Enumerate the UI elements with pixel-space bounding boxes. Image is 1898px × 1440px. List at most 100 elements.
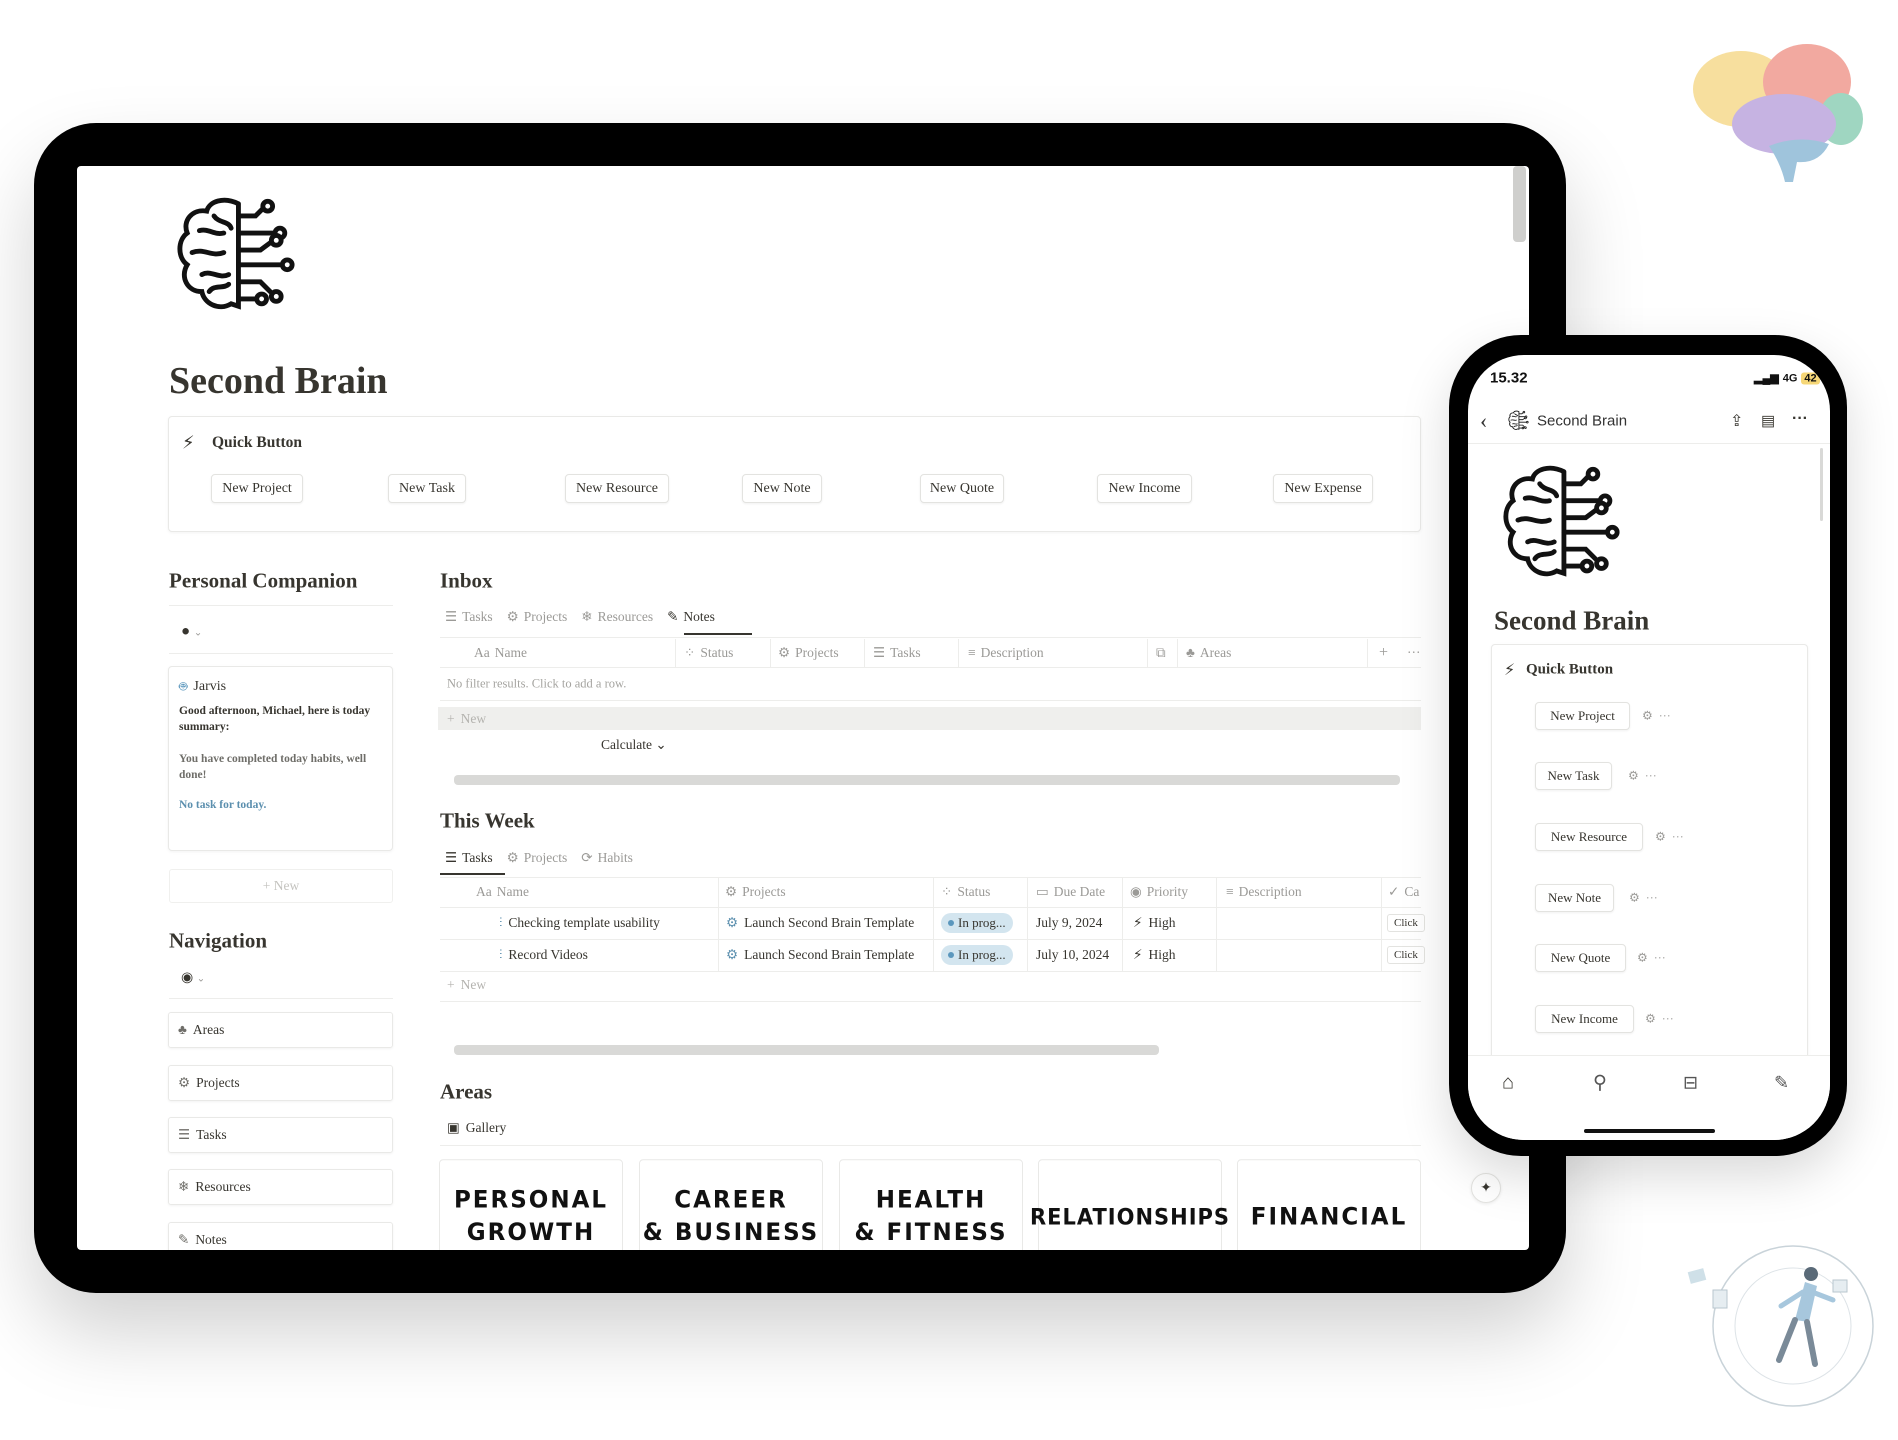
comment-icon[interactable]: ▤ [1761, 412, 1775, 431]
new-resource-button[interactable]: New Resource [565, 474, 669, 503]
gear-icon[interactable]: ⚙ ··· [1628, 769, 1657, 784]
phone-new-note-button[interactable]: New Note [1535, 884, 1614, 912]
priority-icon: ◉ [1130, 884, 1142, 899]
phone-new-task-button[interactable]: New Task [1535, 762, 1612, 790]
inbox-col-tasks[interactable]: ☰ Tasks [873, 645, 921, 661]
formula-icon[interactable]: ⧉ [1156, 645, 1166, 661]
more-icon[interactable]: ··· [1407, 645, 1421, 661]
new-income-button[interactable]: New Income [1097, 474, 1192, 503]
inbox-tabs: ☰ Tasks ⚙ Projects ❄ Resources ✎ Notes [445, 609, 715, 625]
week-col-status[interactable]: ⁘ Status [941, 884, 990, 900]
share-icon[interactable]: ⇪ [1730, 411, 1743, 431]
gear-icon[interactable]: ⚙ ··· [1637, 951, 1666, 966]
areas-icon: ♣ [1186, 645, 1195, 660]
colorful-brain-logo [1693, 44, 1863, 182]
back-icon[interactable]: ‹ [1480, 408, 1487, 434]
inbox-scrollbar[interactable] [454, 775, 1400, 785]
phone-new-income-button[interactable]: New Income [1535, 1005, 1634, 1033]
task-priority: ⚡︎ High [1133, 915, 1176, 930]
inbox-col-areas[interactable]: ♣ Areas [1186, 645, 1231, 661]
robot-icon: ● [181, 623, 191, 640]
companion-new-button[interactable]: + New [169, 869, 393, 903]
area-card-relationships[interactable]: RELATIONSHIPS [1030, 1159, 1229, 1250]
click-button[interactable]: Click [1387, 914, 1425, 932]
new-expense-button[interactable]: New Expense [1273, 474, 1373, 503]
status-icon: ⁘ [941, 884, 953, 899]
inbox-tab-projects[interactable]: ⚙ Projects [507, 609, 568, 625]
gear-icon[interactable]: ⚙ ··· [1629, 891, 1658, 906]
area-card-health-fitness[interactable]: HEALTH & FITNESS [839, 1159, 1023, 1250]
inbox-icon[interactable]: ⊟ [1683, 1073, 1698, 1094]
new-task-button[interactable]: New Task [388, 474, 466, 503]
area-card-financial[interactable]: FINANCIAL [1237, 1159, 1421, 1250]
inbox-new-row[interactable] [438, 707, 1421, 730]
week-col-check[interactable]: ✓ Ca [1388, 884, 1419, 900]
robot-selector[interactable]: ● ⌄ [181, 624, 202, 641]
phone-new-resource-button[interactable]: New Resource [1535, 823, 1643, 851]
week-col-priority[interactable]: ◉ Priority [1130, 884, 1188, 900]
inbox-col-status[interactable]: ⁘ Status [684, 645, 733, 661]
gear-icon[interactable]: ⚙ ··· [1645, 1012, 1674, 1027]
calculate-button[interactable]: Calculate ⌄ [601, 737, 667, 753]
divider [169, 998, 393, 999]
week-tab-projects[interactable]: ⚙ Projects [507, 850, 568, 866]
week-col-name[interactable]: Aa Name [476, 884, 529, 900]
task-status[interactable]: In prog... [941, 945, 1013, 965]
click-button[interactable]: Click [1387, 946, 1425, 964]
divider [440, 667, 1421, 668]
nav-item-tasks[interactable]: ☰ Tasks [168, 1117, 393, 1153]
compass-icon: ◉ [181, 970, 194, 986]
new-project-button[interactable]: New Project [211, 474, 303, 503]
phone-scrollbar[interactable] [1820, 448, 1823, 521]
new-note-button[interactable]: New Note [742, 474, 822, 503]
week-tab-habits[interactable]: ⟳ Habits [581, 850, 633, 866]
this-week-heading: This Week [440, 808, 535, 833]
navigation-heading: Navigation [169, 928, 268, 953]
inbox-col-projects[interactable]: ⚙ Projects [778, 645, 839, 661]
active-tab-underline [684, 633, 752, 635]
compose-icon[interactable]: ✎ [1774, 1073, 1789, 1094]
nav-item-projects[interactable]: ⚙ Projects [168, 1065, 393, 1101]
inbox-col-name[interactable]: Aa Name [474, 645, 527, 661]
task-status[interactable]: In prog... [941, 913, 1013, 933]
task-name[interactable]: ⫶ Record Videos [499, 947, 588, 963]
search-icon[interactable]: ⚲ [1593, 1072, 1607, 1095]
week-col-projects[interactable]: ⚙ Projects [725, 884, 786, 900]
inbox-col-description[interactable]: ≡ Description [968, 645, 1044, 661]
plus-icon: + [447, 711, 455, 726]
task-project[interactable]: ⚙ Launch Second Brain Template [726, 915, 914, 931]
week-col-description[interactable]: ≡ Description [1226, 884, 1302, 900]
week-col-due-date[interactable]: ▭ Due Date [1036, 884, 1105, 900]
home-icon[interactable]: ⌂ [1502, 1072, 1514, 1095]
phone-new-quote-button[interactable]: New Quote [1535, 944, 1626, 972]
gallery-tab[interactable]: ▣ Gallery [447, 1120, 506, 1136]
new-quote-button[interactable]: New Quote [920, 474, 1004, 503]
nav-item-notes[interactable]: ✎ Notes [168, 1222, 393, 1250]
inbox-new-button[interactable]: + New [447, 711, 486, 727]
empty-state[interactable]: No filter results. Click to add a row. [447, 677, 626, 692]
nav-selector[interactable]: ◉ ⌄ [181, 970, 205, 987]
page-scrollbar[interactable] [1513, 166, 1526, 242]
add-column-icon[interactable]: + [1379, 644, 1388, 662]
area-card-career-business[interactable]: CAREER & BUSINESS [639, 1159, 823, 1250]
gear-icon[interactable]: ⚙ ··· [1655, 830, 1684, 845]
task-name[interactable]: ⫶ Checking template usability [499, 915, 660, 931]
more-icon[interactable]: ··· [1792, 410, 1808, 428]
task-project[interactable]: ⚙ Launch Second Brain Template [726, 947, 914, 963]
nav-item-areas[interactable]: ♣ Areas [168, 1012, 393, 1048]
gear-icon[interactable]: ⚙ ··· [1642, 709, 1671, 724]
ai-sparkle-button[interactable]: ✦ [1471, 1173, 1501, 1203]
text-icon: ≡ [1226, 884, 1234, 899]
inbox-tab-notes[interactable]: ✎ Notes [667, 609, 715, 625]
phone-new-project-button[interactable]: New Project [1535, 702, 1630, 730]
week-scrollbar[interactable] [454, 1045, 1159, 1055]
area-card-personal-growth[interactable]: PERSONAL GROWTH [439, 1159, 623, 1250]
divider [169, 605, 393, 606]
brain-icon [1501, 462, 1622, 583]
inbox-tab-resources[interactable]: ❄ Resources [581, 609, 653, 625]
inbox-tab-tasks[interactable]: ☰ Tasks [445, 609, 493, 625]
week-tab-tasks[interactable]: ☰ Tasks [445, 850, 493, 866]
week-new-button[interactable]: + New [447, 977, 486, 993]
divider [440, 637, 1421, 638]
nav-item-resources[interactable]: ❄ Resources [168, 1169, 393, 1205]
